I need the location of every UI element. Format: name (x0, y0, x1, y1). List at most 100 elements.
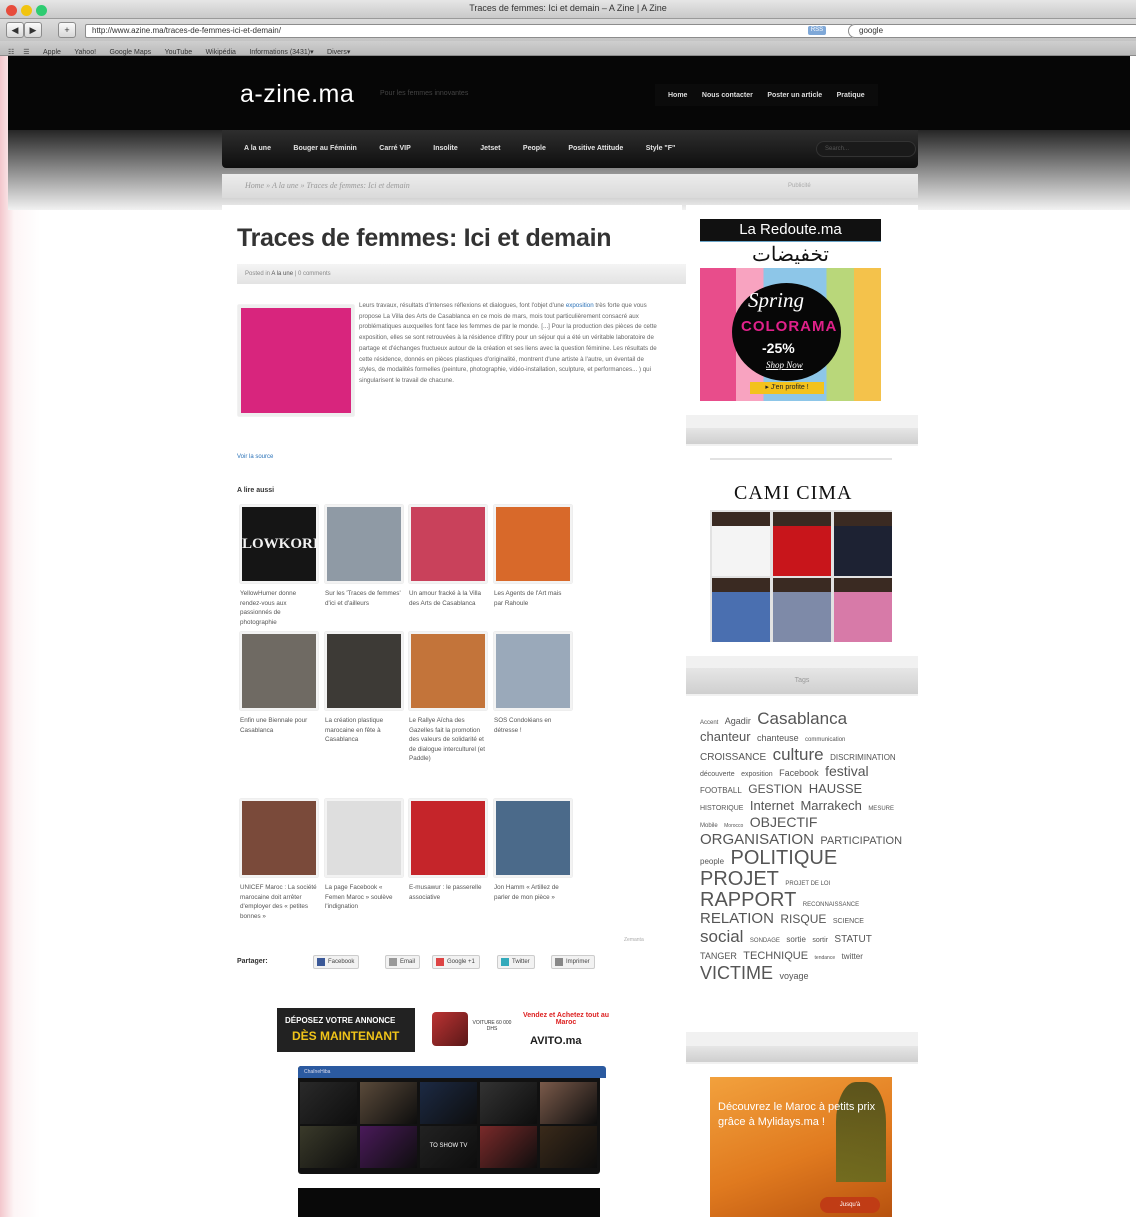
breadcrumb[interactable]: Home » A la une » Traces de femmes: Ici … (245, 181, 410, 190)
add-bookmark-button[interactable]: + (58, 22, 76, 38)
related-item[interactable]: Sur les 'Traces de femmes' d'ici et d'ai… (325, 505, 403, 608)
tag-link[interactable]: exposition (741, 771, 773, 778)
nav-item-a-la-une[interactable]: A la une (244, 130, 271, 168)
related-item[interactable]: La création plastique marocaine en fête … (325, 632, 403, 745)
tag-link[interactable]: SCIENCE (833, 918, 864, 925)
tag-link[interactable]: PARTICIPATION (820, 835, 902, 847)
nav-item-bouger[interactable]: Bouger au Féminin (293, 130, 356, 168)
video-player[interactable] (298, 1188, 600, 1217)
related-thumbnail[interactable] (240, 799, 318, 877)
tag-link[interactable]: HISTORIQUE (700, 805, 743, 812)
tag-link[interactable]: POLITIQUE (730, 847, 837, 869)
tag-link[interactable]: DISCRIMINATION (830, 753, 896, 762)
redoute-profite-button[interactable]: ▸ J'en profite ! (750, 382, 824, 394)
related-thumbnail[interactable] (409, 505, 487, 583)
share-google-button[interactable]: Google +1 (432, 955, 480, 969)
nav-item-insolite[interactable]: Insolite (433, 130, 458, 168)
related-caption[interactable]: La création plastique marocaine en fête … (325, 716, 403, 745)
tag-link[interactable]: TECHNIQUE (743, 950, 808, 962)
tag-link[interactable]: OBJECTIF (750, 814, 818, 830)
related-item[interactable]: La page Facebook « Femen Maroc » soulève… (325, 799, 403, 912)
related-thumbnail[interactable] (409, 632, 487, 710)
nav-item-people[interactable]: People (523, 130, 546, 168)
tag-link[interactable]: voyage (779, 971, 808, 981)
video-thumbnail[interactable]: TO SHOW TV (420, 1126, 477, 1168)
related-caption[interactable]: YellowHumer donne rendez-vous aux passio… (240, 589, 318, 627)
tag-link[interactable]: festival (825, 763, 869, 779)
share-email-button[interactable]: Email (385, 955, 421, 969)
tag-link[interactable]: RECONNAISSANCE (803, 902, 859, 908)
tag-link[interactable]: chanteur (700, 729, 751, 744)
related-item[interactable]: E-musawur : le passerelle associative (409, 799, 487, 902)
site-search-input[interactable]: Search... (816, 141, 916, 157)
tag-link[interactable]: sortir (812, 937, 828, 944)
tag-link[interactable]: sortie (786, 935, 806, 944)
tag-link[interactable]: TANGER (700, 951, 737, 961)
video-thumbnail[interactable] (540, 1082, 597, 1124)
top-link-pratique[interactable]: Pratique (837, 85, 865, 107)
related-thumbnail[interactable] (409, 799, 487, 877)
share-print-button[interactable]: Imprimer (551, 955, 595, 969)
nav-item-style-f[interactable]: Style "F" (646, 130, 676, 168)
tag-link[interactable]: Mobile (700, 823, 718, 829)
exposition-link[interactable]: exposition (566, 302, 594, 309)
tag-link[interactable]: tendance (815, 955, 836, 961)
top-link-contact[interactable]: Nous contacter (702, 85, 753, 107)
tag-link[interactable]: Internet (750, 798, 794, 813)
tag-link[interactable]: VICTIME (700, 963, 773, 983)
tag-link[interactable]: SONDAGE (750, 938, 780, 944)
site-logo[interactable]: a-zine.ma (240, 80, 354, 109)
meta-comments-link[interactable]: 0 comments (298, 271, 331, 277)
related-item[interactable]: Un amour fracké à la Villa des Arts de C… (409, 505, 487, 608)
nav-item-carre-vip[interactable]: Carré VIP (379, 130, 411, 168)
top-link-home[interactable]: Home (668, 85, 687, 107)
tag-link[interactable]: RELATION (700, 910, 774, 927)
tag-link[interactable]: STATUT (834, 934, 871, 945)
video-thumbnail[interactable] (420, 1082, 477, 1124)
tag-link[interactable]: RISQUE (780, 912, 826, 926)
related-thumbnail[interactable] (494, 799, 572, 877)
tag-link[interactable]: PROJET DE LOI (785, 881, 830, 887)
forward-button[interactable]: ▶ (24, 22, 42, 38)
related-item[interactable]: Les Agents de l'Art mais par Rahoule (494, 505, 572, 608)
related-item[interactable]: SOS Condoléans en détresse ! (494, 632, 572, 735)
video-thumbnail[interactable] (300, 1126, 357, 1168)
tag-link[interactable]: culture (773, 745, 824, 764)
tag-link[interactable]: HAUSSE (809, 781, 862, 796)
related-caption[interactable]: Enfin une Biennale pour Casablanca (240, 716, 318, 735)
address-bar[interactable]: http://www.azine.ma/traces-de-femmes-ici… (85, 24, 853, 38)
tag-link[interactable]: RAPPORT (700, 889, 796, 911)
tag-link[interactable]: Facebook (779, 768, 819, 778)
meta-category-link[interactable]: A la une (271, 271, 293, 277)
nav-item-positive-attitude[interactable]: Positive Attitude (568, 130, 623, 168)
related-caption[interactable]: Jon Hamm « Artillez de parler de mon piè… (494, 883, 572, 902)
tag-link[interactable]: PROJET (700, 868, 779, 890)
tag-link[interactable]: GESTION (748, 782, 802, 796)
tag-link[interactable]: découverte (700, 771, 735, 778)
video-thumbnail[interactable] (360, 1126, 417, 1168)
tag-link[interactable]: FOOTBALL (700, 786, 742, 795)
related-thumbnail[interactable] (494, 632, 572, 710)
related-caption[interactable]: Un amour fracké à la Villa des Arts de C… (409, 589, 487, 608)
share-twitter-button[interactable]: Twitter (497, 955, 535, 969)
tag-link[interactable]: twitter (842, 952, 863, 961)
tag-link[interactable]: CROISSANCE (700, 752, 766, 763)
related-footer-label[interactable]: Zemanta (624, 937, 644, 943)
tag-link[interactable]: ORGANISATION (700, 831, 814, 848)
tag-link[interactable]: communication (805, 737, 845, 743)
related-caption[interactable]: La page Facebook « Femen Maroc » soulève… (325, 883, 403, 912)
source-link[interactable]: Voir la source (237, 454, 273, 460)
tag-link[interactable]: people (700, 857, 724, 866)
tag-link[interactable]: Morocco (724, 823, 743, 829)
tag-link[interactable]: Casablanca (757, 709, 847, 728)
video-thumbnail[interactable] (300, 1082, 357, 1124)
related-caption[interactable]: Le Rallye Aïcha des Gazelles fait la pro… (409, 716, 487, 764)
related-item[interactable]: Le Rallye Aïcha des Gazelles fait la pro… (409, 632, 487, 764)
video-thumbnail[interactable] (360, 1082, 417, 1124)
related-caption[interactable]: SOS Condoléans en détresse ! (494, 716, 572, 735)
nav-item-jetset[interactable]: Jetset (480, 130, 500, 168)
related-thumbnail[interactable]: LOWKORI (240, 505, 318, 583)
related-caption[interactable]: UNICEF Maroc : La société marocaine doit… (240, 883, 318, 921)
tag-link[interactable]: social (700, 927, 743, 946)
related-item[interactable]: LOWKORI YellowHumer donne rendez-vous aux… (240, 505, 318, 627)
